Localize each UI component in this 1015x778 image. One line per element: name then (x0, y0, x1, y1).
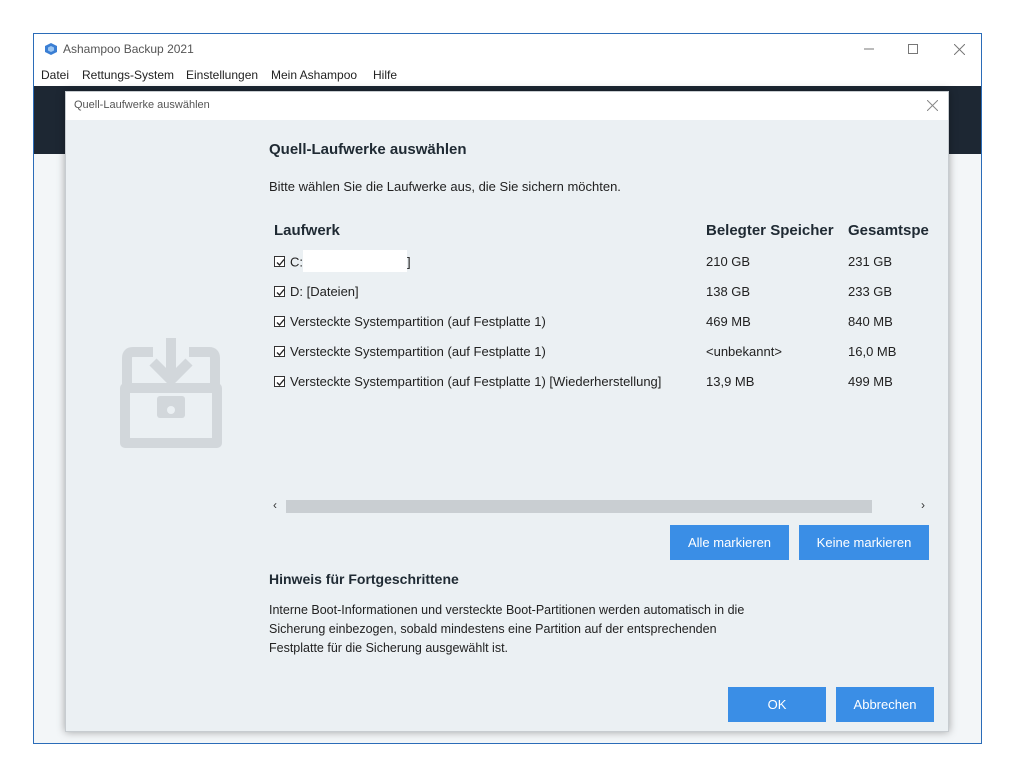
select-none-button[interactable]: Keine markieren (799, 525, 929, 560)
drive-total: 233 GB (848, 284, 893, 299)
window-close-button[interactable] (944, 38, 974, 60)
table-row[interactable]: D: [Dateien] 138 GB 233 GB (269, 284, 929, 304)
hint-heading: Hinweis für Fortgeschrittene (269, 571, 459, 587)
checkbox-checked-icon (276, 319, 285, 326)
scroll-left-icon[interactable]: ‹ (273, 498, 277, 512)
table-row[interactable]: Versteckte Systempartition (auf Festplat… (269, 314, 929, 334)
dialog-window-title: Quell-Laufwerke auswählen (74, 99, 210, 111)
drive-name: Versteckte Systempartition (auf Festplat… (290, 314, 546, 329)
menu-einstellungen[interactable]: Einstellungen (186, 68, 258, 82)
checkbox-drive-c[interactable] (274, 256, 285, 267)
column-header-drive[interactable]: Laufwerk (274, 222, 340, 239)
menu-rettungs-system[interactable]: Rettungs-System (82, 68, 174, 82)
maximize-icon (908, 44, 918, 54)
menu-mein-ashampoo[interactable]: Mein Ashampoo (271, 68, 357, 82)
column-header-total[interactable]: Gesamtspe (848, 222, 929, 239)
select-all-button[interactable]: Alle markieren (670, 525, 789, 560)
minimize-button[interactable] (854, 38, 884, 60)
app-logo-icon (45, 43, 57, 55)
checkbox-checked-icon (276, 259, 285, 266)
drive-total: 499 MB (848, 374, 893, 389)
drive-name: C:] (290, 250, 411, 272)
dialog-heading: Quell-Laufwerke auswählen (269, 141, 467, 158)
dialog-intro-text: Bitte wählen Sie die Laufwerke aus, die … (269, 179, 621, 194)
hint-text: Interne Boot-Informationen und versteckt… (269, 603, 745, 655)
redacted-label (303, 250, 407, 272)
maximize-button[interactable] (898, 38, 928, 60)
drive-used: 13,9 MB (706, 374, 755, 389)
checkbox-checked-icon (276, 379, 285, 386)
checkbox-checked-icon (276, 349, 285, 356)
drive-used: <unbekannt> (706, 344, 782, 359)
drive-used: 210 GB (706, 254, 751, 269)
drives-table: Laufwerk Belegter Speicher Gesamtspe C:]… (269, 216, 929, 496)
drive-total: 231 GB (848, 254, 893, 269)
drive-name: Versteckte Systempartition (auf Festplat… (290, 344, 546, 359)
checkbox-hidden-partition-3[interactable] (274, 376, 285, 387)
menu-hilfe[interactable]: Hilfe (373, 68, 397, 82)
cancel-button[interactable]: Abbrechen (836, 687, 934, 722)
drive-name: D: [Dateien] (290, 284, 359, 299)
minimize-icon (864, 48, 874, 50)
column-header-used[interactable]: Belegter Speicher (706, 222, 834, 239)
backup-chest-icon (120, 338, 222, 448)
app-title: Ashampoo Backup 2021 (63, 42, 194, 56)
source-drives-dialog: Quell-Laufwerke auswählen Quell-Laufwerk… (65, 91, 949, 732)
dialog-title-bar: Quell-Laufwerke auswählen (66, 92, 948, 120)
ok-button[interactable]: OK (728, 687, 826, 722)
close-icon (926, 99, 938, 112)
table-row[interactable]: C:] 210 GB 231 GB (269, 250, 929, 274)
checkbox-checked-icon (276, 289, 285, 296)
checkbox-hidden-partition-1[interactable] (274, 316, 285, 327)
drive-total: 840 MB (848, 314, 893, 329)
scrollbar-thumb[interactable] (286, 500, 872, 513)
drive-total: 16,0 MB (848, 344, 897, 359)
drive-name: Versteckte Systempartition (auf Festplat… (290, 374, 662, 389)
title-bar: Ashampoo Backup 2021 (34, 34, 981, 64)
horizontal-scrollbar[interactable]: ‹ › (269, 498, 929, 515)
drive-used: 138 GB (706, 284, 751, 299)
dialog-close-button[interactable] (922, 96, 942, 116)
scroll-right-icon[interactable]: › (921, 498, 925, 512)
checkbox-drive-d[interactable] (274, 286, 285, 297)
menu-bar: Datei Rettungs-System Einstellungen Mein… (34, 65, 981, 85)
table-row[interactable]: Versteckte Systempartition (auf Festplat… (269, 374, 929, 394)
menu-datei[interactable]: Datei (41, 68, 69, 82)
table-row[interactable]: Versteckte Systempartition (auf Festplat… (269, 344, 929, 364)
checkbox-hidden-partition-2[interactable] (274, 346, 285, 357)
drive-used: 469 MB (706, 314, 751, 329)
close-icon (953, 43, 965, 55)
